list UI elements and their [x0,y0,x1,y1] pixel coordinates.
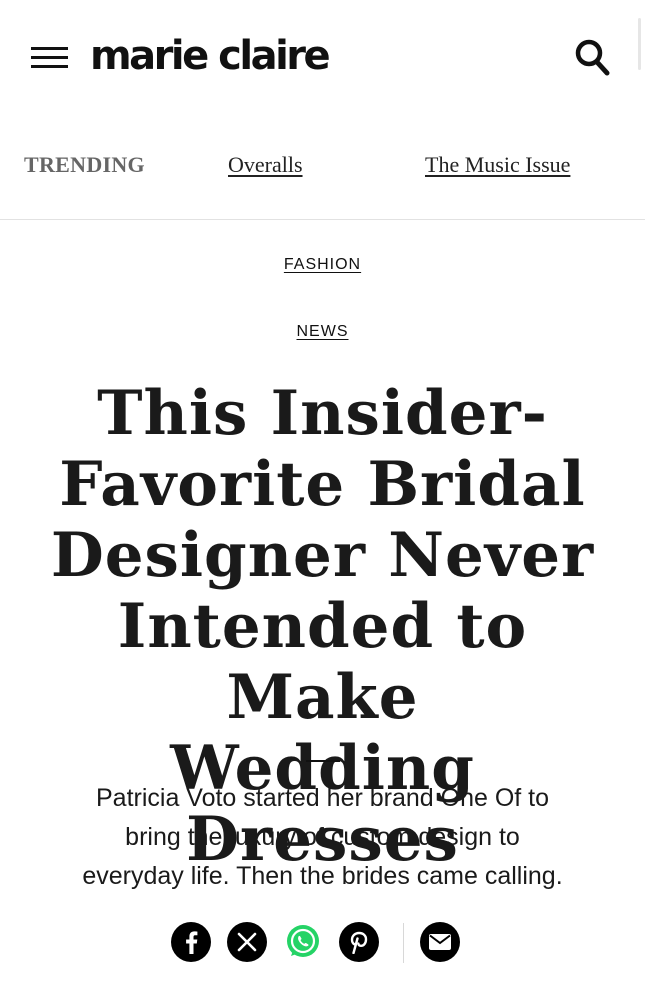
scrollbar[interactable] [638,18,641,70]
trending-label: TRENDING [24,152,145,177]
share-bar [0,922,645,964]
headline-rule [306,760,340,762]
search-icon[interactable] [574,38,610,76]
trending-link-music-issue[interactable]: The Music Issue [425,152,570,178]
x-twitter-icon[interactable] [227,922,267,962]
site-header: marie claire [0,0,645,118]
headline-line: Intended to Make [117,591,528,733]
email-icon[interactable] [420,922,460,962]
site-logo[interactable]: marie claire [90,33,331,79]
headline-line: Designer Never [50,520,595,591]
trending-link-overalls[interactable]: Overalls [228,152,303,178]
article-dek: Patricia Voto started her brand One Of t… [40,779,605,896]
hamburger-menu-icon[interactable] [31,47,68,69]
facebook-icon[interactable] [171,922,211,962]
header-divider [0,219,645,220]
whatsapp-icon[interactable] [283,922,323,962]
dek-line: bring the luxury of custom design to [125,823,520,851]
dek-line: everyday life. Then the brides came call… [82,862,563,890]
subcategory-tag: NEWS [0,323,645,341]
category-link-news[interactable]: NEWS [297,323,349,340]
category-tag: FASHION [0,256,645,274]
share-separator [403,923,404,963]
pinterest-icon[interactable] [339,922,379,962]
headline-line: Favorite Bridal [59,449,586,520]
dek-line: Patricia Voto started her brand One Of t… [95,784,550,812]
category-link-fashion[interactable]: FASHION [284,256,361,273]
trending-bar: TRENDING Overalls The Music Issue [0,140,645,192]
headline-line: This Insider- [97,378,548,449]
